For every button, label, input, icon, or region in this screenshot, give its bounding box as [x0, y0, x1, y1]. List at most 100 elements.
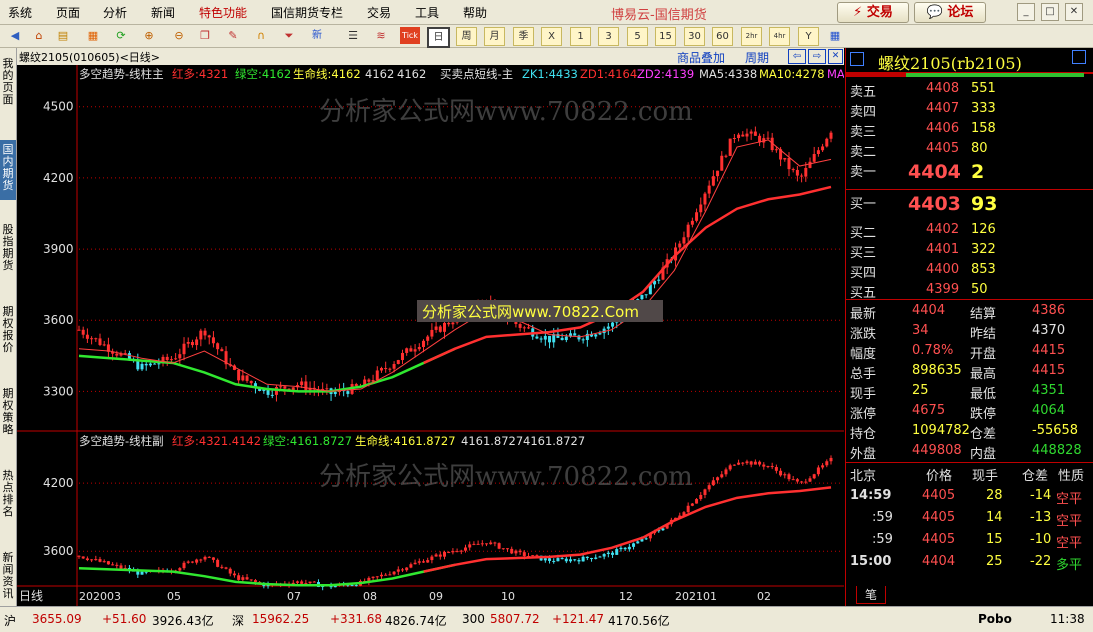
close-button[interactable]: ✕ — [1065, 3, 1083, 21]
menu-special[interactable]: 特色功能 — [199, 4, 247, 21]
period-button[interactable]: 周期 — [745, 49, 769, 66]
candle-body — [741, 134, 745, 137]
refresh-icon[interactable]: ⟳ — [112, 27, 130, 44]
stat-label: 最高 — [970, 367, 997, 382]
sidebar-item-index-futures[interactable]: 股指期货 — [0, 224, 16, 280]
kline-chart[interactable]: 3300 3600 3900 4200 4500 3600 4200 日线 202003 05… — [17, 65, 844, 606]
period-1[interactable]: 1 — [570, 27, 591, 46]
menu-news[interactable]: 新闻 — [151, 4, 175, 21]
period-4hr[interactable]: 4hr — [769, 27, 790, 46]
folder-icon[interactable]: ▤ — [54, 27, 72, 44]
grid-icon[interactable]: ▦ — [826, 27, 844, 44]
new-icon[interactable]: 新 — [308, 27, 326, 44]
bid-price: 4401 — [926, 242, 960, 257]
period-60[interactable]: 60 — [712, 27, 733, 46]
tick-icon[interactable]: Tick — [400, 27, 420, 44]
bid-volume: 322 — [971, 242, 996, 257]
zoom-out-icon[interactable]: ⊖ — [170, 27, 188, 44]
stat-value: 4675 — [912, 403, 946, 418]
candle-body — [560, 337, 564, 341]
sidebar-item-news[interactable]: 新闻资讯 — [0, 552, 16, 608]
candle-body — [707, 485, 711, 490]
candle-body — [623, 547, 627, 550]
period-15[interactable]: 15 — [655, 27, 676, 46]
sidebar-item-hot-rank[interactable]: 热点排名 — [0, 470, 16, 526]
zoom-in-icon[interactable]: ⊕ — [140, 27, 158, 44]
overlay-button[interactable]: 商品叠加 — [677, 49, 725, 66]
home-icon[interactable]: ⌂ — [30, 27, 48, 44]
candle-body — [611, 552, 615, 555]
period-3[interactable]: 3 — [598, 27, 619, 46]
sub-legend: 多空趋势-线柱副 红多:4321.4142 绿空:4161.8727 生命线:4… — [79, 434, 585, 448]
list-icon[interactable]: ☰ — [344, 27, 362, 44]
arrow-left-icon[interactable]: ⇦ — [788, 49, 806, 64]
candle-body — [245, 375, 249, 381]
period-month[interactable]: 月 — [484, 27, 505, 46]
sidebar-item-option-quote[interactable]: 期权报价 — [0, 306, 16, 362]
chat-bubble-icon: 💬 — [926, 5, 943, 20]
sidebar-item-mypage[interactable]: 我的页面 — [0, 56, 16, 144]
candle-body — [186, 561, 190, 563]
period-y[interactable]: Y — [798, 27, 819, 46]
report-icon[interactable]: ▦ — [84, 27, 102, 44]
menu-trade[interactable]: 交易 — [367, 4, 391, 21]
ask-label: 卖三 — [850, 125, 877, 140]
period-week[interactable]: 周 — [456, 27, 477, 46]
tick-price: 4405 — [922, 510, 956, 525]
menu-guoxin[interactable]: 国信期货专栏 — [271, 4, 343, 21]
magnet-icon[interactable]: ∩ — [252, 27, 270, 44]
sidebar-item-option-strategy[interactable]: 期权策略 — [0, 388, 16, 444]
menu-system[interactable]: 系统 — [8, 4, 32, 21]
period-30[interactable]: 30 — [684, 27, 705, 46]
sub-legend-sml: 生命线:4161.8727 — [355, 434, 456, 448]
tick-time: 15:00 — [850, 554, 892, 569]
filter-icon[interactable]: ⏷ — [280, 27, 298, 44]
candle-body — [598, 556, 602, 558]
trade-button[interactable]: ⚡ 交易 — [837, 2, 909, 23]
ask-price: 4408 — [926, 81, 960, 96]
candle-body — [644, 294, 648, 296]
kline-icon[interactable]: ≋ — [372, 27, 390, 44]
y-tick-labels: 3300 3600 3900 4200 4500 3600 4200 — [43, 100, 74, 558]
period-2hr[interactable]: 2hr — [741, 27, 762, 46]
candle-body — [791, 169, 795, 171]
close-icon[interactable]: ✕ — [828, 49, 843, 64]
minimize-button[interactable]: _ — [1017, 3, 1035, 21]
tab-ticks[interactable]: 笔 — [856, 586, 887, 604]
candle-body — [157, 363, 161, 365]
period-x[interactable]: X — [541, 27, 562, 46]
sidebar-item-domestic-futures[interactable]: 国内期货 — [0, 140, 16, 200]
menu-tools[interactable]: 工具 — [415, 4, 439, 21]
candle-body — [417, 561, 421, 563]
panel-toggle-icon[interactable] — [850, 52, 864, 66]
candle-body — [350, 585, 354, 587]
lifeline-green-series — [78, 347, 456, 393]
maximize-button[interactable]: □ — [1041, 3, 1059, 21]
panel-expand-icon[interactable] — [1072, 50, 1086, 64]
bid-volume: 126 — [971, 222, 996, 237]
stat-label: 涨跌 — [850, 327, 877, 342]
menu-help[interactable]: 帮助 — [463, 4, 487, 21]
period-quarter[interactable]: 季 — [513, 27, 534, 46]
candle-body — [203, 330, 207, 336]
ask-volume: 333 — [971, 101, 996, 116]
candle-body — [489, 542, 493, 545]
candle-body — [569, 559, 573, 562]
chart-area[interactable]: 螺纹2105(010605)<日线> 商品叠加 周期 ⇦ ⇨ ✕ 3300 360… — [17, 48, 844, 606]
arrow-left-icon[interactable]: ◀ — [6, 27, 24, 44]
candle-body — [115, 353, 119, 356]
candle-body — [552, 560, 556, 562]
forum-button[interactable]: 💬 论坛 — [914, 2, 986, 23]
menu-analysis[interactable]: 分析 — [103, 4, 127, 21]
window-icon[interactable]: ❐ — [196, 27, 214, 44]
candle-body — [644, 538, 648, 540]
period-5[interactable]: 5 — [627, 27, 648, 46]
period-day[interactable]: 日 — [427, 27, 450, 48]
candle-body — [732, 464, 736, 466]
main-gridlines — [79, 106, 841, 392]
arrow-right-icon[interactable]: ⇨ — [808, 49, 826, 64]
pencil-icon[interactable]: ✎ — [224, 27, 242, 44]
ask1-price: 4404 — [908, 161, 961, 183]
candle-body — [375, 576, 379, 578]
menu-page[interactable]: 页面 — [56, 4, 80, 21]
